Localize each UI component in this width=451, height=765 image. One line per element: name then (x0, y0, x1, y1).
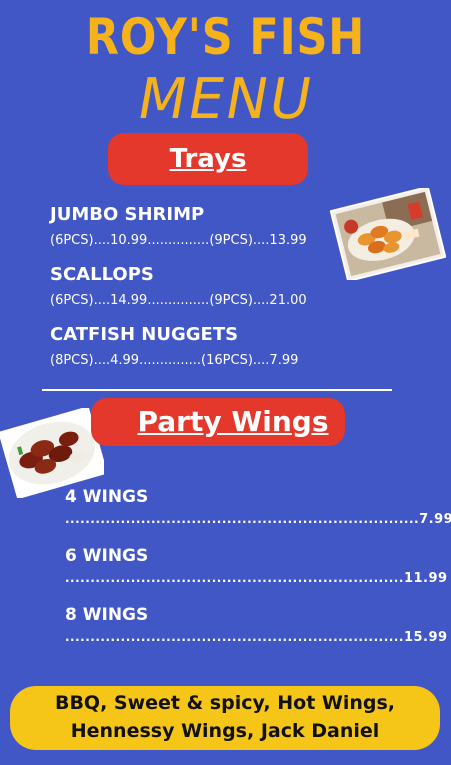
wing-item-price-line: ........................................… (65, 571, 448, 586)
dot-leader: ........................................… (65, 630, 404, 644)
restaurant-title: ROY'S FISH (85, 8, 366, 66)
wings-plate-photo (0, 408, 104, 498)
trays-heading: Trays (169, 144, 247, 174)
flavors-line-2: Hennessy Wings, Jack Daniel (70, 720, 380, 742)
tray-item-name: SCALLOPS (50, 264, 154, 285)
flavors-banner: BBQ, Sweet & spicy, Hot Wings, Hennessy … (10, 686, 440, 750)
wing-item-name: 4 WINGS (65, 487, 149, 507)
wing-item-name: 6 WINGS (65, 546, 149, 566)
wings-section-banner: Party Wings (91, 398, 345, 446)
trays-section-banner: Trays (108, 133, 308, 185)
wing-item-price: 15.99 (403, 630, 448, 645)
flavors-line-1: BBQ, Sweet & spicy, Hot Wings, (54, 692, 396, 714)
wing-item-price-line: ........................................… (65, 630, 448, 645)
shrimp-tray-photo (330, 188, 446, 280)
wings-heading: Party Wings (137, 405, 329, 438)
wing-item-price: 7.99 (419, 512, 451, 527)
wing-item-price-line: ........................................… (65, 512, 451, 527)
wing-item-name: 8 WINGS (65, 605, 149, 625)
wing-item-price: 11.99 (403, 571, 448, 586)
tray-item-prices: (8PCS)....4.99...............(16PCS)....… (50, 353, 299, 368)
dot-leader: ........................................… (65, 571, 404, 585)
dot-leader: ........................................… (65, 512, 420, 526)
tray-item-prices: (6PCS)....10.99...............(9PCS)....… (50, 233, 307, 248)
tray-item-name: CATFISH NUGGETS (50, 324, 239, 345)
section-divider (42, 389, 392, 391)
tray-item-name: JUMBO SHRIMP (50, 204, 205, 225)
tray-item-prices: (6PCS)....14.99...............(9PCS)....… (50, 293, 307, 308)
menu-heading: MENU (132, 67, 319, 132)
